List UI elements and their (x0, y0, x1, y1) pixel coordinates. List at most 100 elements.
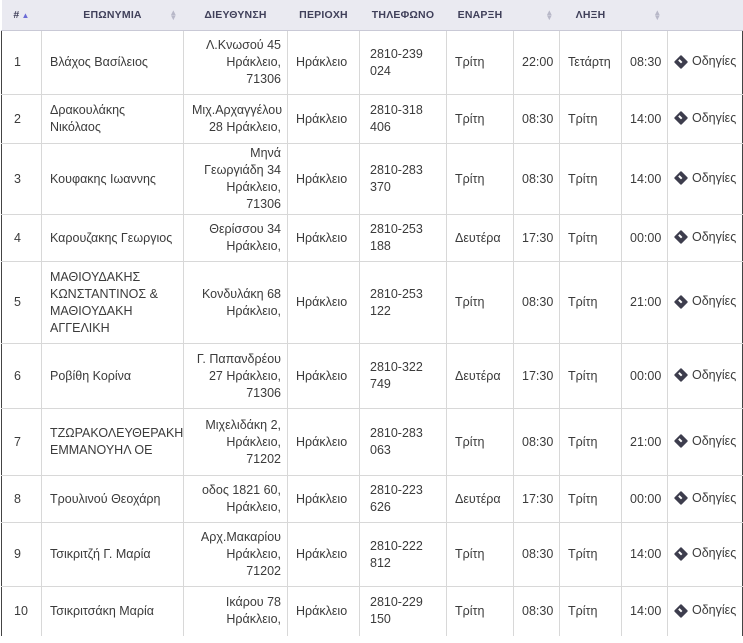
directions-label: Οδηγίες (692, 170, 737, 185)
cell-address: Αρχ.Μακαρίου Ηράκλειο, 71202 (183, 522, 288, 587)
cell-end-time: 14:00 (621, 94, 668, 144)
directions-label: Οδηγίες (692, 490, 737, 505)
cell-name: Τσικριτσάκη Μαρία (41, 586, 184, 636)
column-header-phone[interactable]: ΤΗΛΕΦΩΝΟ (359, 0, 447, 31)
directions-icon (673, 171, 689, 186)
table-row: 3 Κουφακης Ιωαννης Μηνά Γεωργιάδη 34 Ηράκλ… (1, 143, 743, 215)
directions-link[interactable]: Οδηγίες (673, 110, 737, 127)
column-header-start-time[interactable]: ▲ ▼ (513, 0, 560, 31)
cell-phone: 2810-223 626 (359, 475, 447, 523)
table-row: 9 Τσικριτζή Γ. Μαρία Αρχ.Μακαρίου Ηράκλειο… (1, 522, 743, 587)
cell-num: 2 (1, 94, 42, 144)
cell-name: Τσικριτζή Γ. Μαρία (41, 522, 184, 587)
cell-start-time: 17:30 (513, 214, 560, 262)
cell-address: Γ. Παπανδρέου 27 Ηράκλειο, 71306 (183, 343, 288, 409)
directions-icon (673, 434, 689, 449)
cell-start-day: Τρίτη (446, 30, 514, 95)
cell-end-time: 14:00 (621, 522, 668, 587)
cell-num: 9 (1, 522, 42, 587)
cell-area: Ηράκλειο (287, 94, 360, 144)
directions-link[interactable]: Οδηγίες (673, 545, 736, 562)
cell-end-day: Τρίτη (559, 522, 622, 587)
directions-link[interactable]: Οδηγίες (673, 433, 737, 450)
cell-start-time: 08:30 (513, 586, 560, 636)
cell-end-day: Τρίτη (559, 143, 622, 215)
cell-end-time: 00:00 (621, 343, 668, 409)
directions-link[interactable]: Οδηγίες (673, 229, 736, 246)
directions-icon (673, 230, 689, 245)
cell-directions: Οδηγίες (667, 475, 743, 523)
cell-phone: 2810-322 749 (359, 343, 447, 409)
cell-directions: Οδηγίες (667, 261, 743, 344)
cell-start-time: 08:30 (513, 522, 560, 587)
cell-end-time: 21:00 (621, 408, 668, 476)
cell-phone: 2810-318 406 (359, 94, 447, 144)
directions-link[interactable]: Οδηγίες (673, 602, 736, 619)
cell-phone: 2810-253 122 (359, 261, 447, 344)
cell-num: 3 (1, 143, 42, 215)
cell-end-day: Τρίτη (559, 261, 622, 344)
cell-end-time: 00:00 (621, 475, 668, 523)
sort-icon: ▲ ▼ (545, 8, 554, 22)
cell-num: 5 (1, 261, 42, 344)
table-row: 6 Ροβίθη Κορίνα Γ. Παπανδρέου 27 Ηράκλειο,… (1, 343, 743, 409)
cell-phone: 2810-283 063 (359, 408, 447, 476)
column-header-end[interactable]: ΛΗΞΗ (559, 0, 622, 31)
directions-link[interactable]: Οδηγίες (673, 367, 737, 384)
cell-area: Ηράκλειο (287, 475, 360, 523)
directions-label: Οδηγίες (692, 367, 737, 382)
cell-name: Κουφακης Ιωαννης (41, 143, 184, 215)
cell-directions: Οδηγίες (667, 30, 743, 95)
cell-area: Ηράκλειο (287, 408, 360, 476)
directions-label: Οδηγίες (692, 433, 737, 448)
cell-start-time: 17:30 (513, 475, 560, 523)
cell-start-day: Δευτέρα (446, 475, 514, 523)
cell-start-day: Δευτέρα (446, 343, 514, 409)
sort-asc-icon: ▲ (21, 11, 30, 20)
column-header-end-time[interactable]: ▲ ▼ (621, 0, 668, 31)
cell-area: Ηράκλειο (287, 143, 360, 215)
cell-num: 7 (1, 408, 42, 476)
cell-phone: 2810-283 370 (359, 143, 447, 215)
cell-end-time: 14:00 (621, 143, 668, 215)
cell-name: Δρακουλάκης Νικόλαος (41, 94, 184, 144)
column-header-address[interactable]: ΔΙΕΥΘΥΝΣΗ (183, 0, 288, 31)
cell-directions: Οδηγίες (667, 94, 743, 144)
directions-icon (673, 368, 689, 383)
cell-address: Μηνά Γεωργιάδη 34 Ηράκλειο, 71306 (183, 143, 288, 215)
cell-start-time: 17:30 (513, 343, 560, 409)
cell-address: Μιχελιδάκη 2, Ηράκλειο, 71202 (183, 408, 288, 476)
cell-end-time: 00:00 (621, 214, 668, 262)
column-header-name[interactable]: ΕΠΩΝΥΜΙΑ ▲ ▼ (41, 0, 184, 31)
directions-link[interactable]: Οδηγίες (673, 170, 737, 187)
cell-start-time: 08:30 (513, 94, 560, 144)
column-header-num[interactable]: # ▲ (1, 0, 42, 31)
cell-name: ΤΖΩΡΑΚΟΛΕΥΘΕΡΑΚΗΣ ΕΜΜΑΝΟΥΗΛ ΟΕ (41, 408, 184, 476)
column-header-start[interactable]: ΕΝΑΡΞΗ (446, 0, 514, 31)
cell-start-day: Τρίτη (446, 408, 514, 476)
directions-link[interactable]: Οδηγίες (673, 53, 736, 70)
table-row: 5 ΜΑΘΙΟΥΔΑΚΗΣ ΚΩΝΣΤΑΝΤΙΝΟΣ & ΜΑΘΙΟΥΔΑΚΗ Α… (1, 261, 743, 344)
cell-end-day: Τρίτη (559, 343, 622, 409)
cell-end-day: Τρίτη (559, 475, 622, 523)
cell-num: 8 (1, 475, 42, 523)
cell-directions: Οδηγίες (667, 143, 743, 215)
cell-address: Θερίσσου 34 Ηράκλειο, (183, 214, 288, 262)
directions-link[interactable]: Οδηγίες (673, 490, 737, 507)
directions-link[interactable]: Οδηγίες (673, 293, 736, 310)
cell-start-day: Τρίτη (446, 94, 514, 144)
cell-start-time: 08:30 (513, 408, 560, 476)
cell-phone: 2810-229 150 (359, 586, 447, 636)
cell-directions: Οδηγίες (667, 522, 743, 587)
cell-end-day: Τρίτη (559, 408, 622, 476)
cell-area: Ηράκλειο (287, 343, 360, 409)
directions-icon (673, 491, 689, 506)
cell-start-day: Τρίτη (446, 261, 514, 344)
column-header-area[interactable]: ΠΕΡΙΟΧΗ (287, 0, 360, 31)
table-row: 1 Βλάχος Βασίλειος Λ.Κνωσού 45 Ηράκλειο, 7… (1, 30, 743, 95)
directions-label: Οδηγίες (692, 110, 737, 125)
cell-end-day: Τετάρτη (559, 30, 622, 95)
cell-name: Τρουλινού Θεοχάρη (41, 475, 184, 523)
cell-end-day: Τρίτη (559, 214, 622, 262)
table-row: 8 Τρουλινού Θεοχάρη οδος 1821 60, Ηράκλειο… (1, 475, 743, 523)
